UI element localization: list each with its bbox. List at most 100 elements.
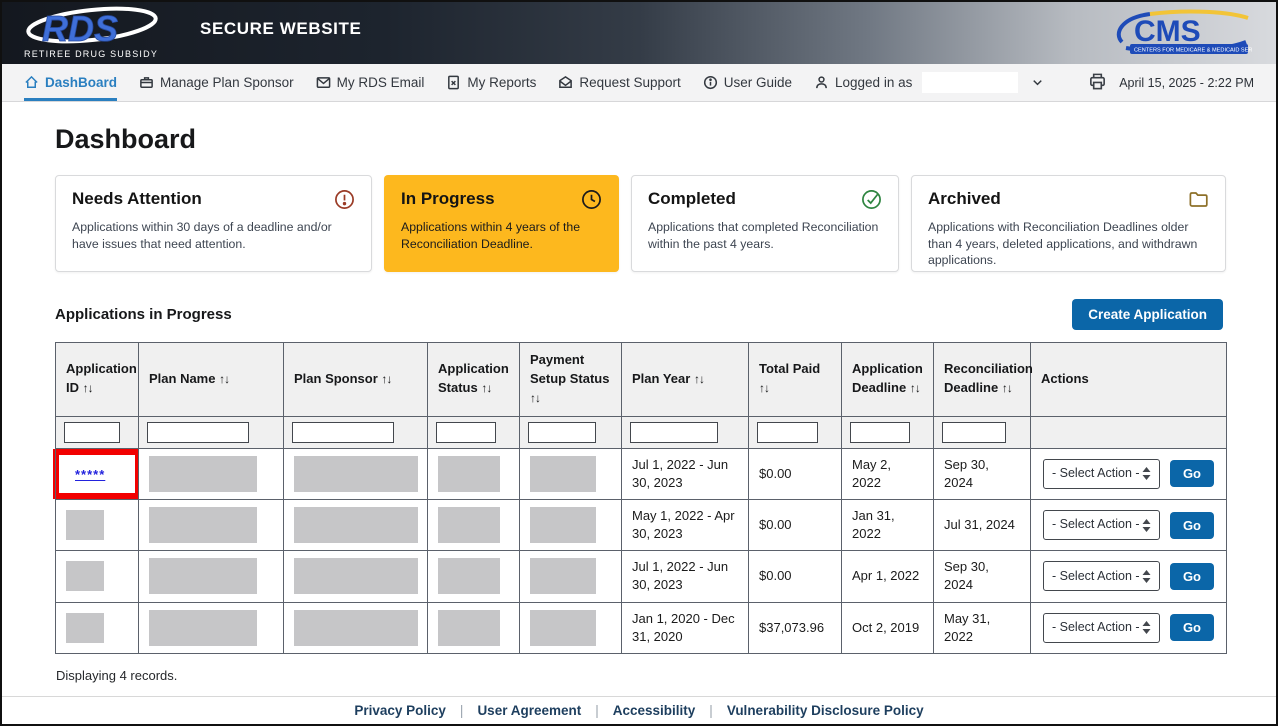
filter-plan-year[interactable] — [630, 422, 718, 443]
col-application-status[interactable]: Application Status ↑↓ — [428, 343, 520, 417]
card-title: In Progress — [401, 189, 495, 209]
select-arrows-icon — [1142, 621, 1151, 634]
section-title: Applications in Progress — [55, 306, 232, 323]
redacted-plan-sponsor — [294, 558, 418, 594]
nav-item-my-reports[interactable]: My Reports — [446, 64, 536, 101]
footer-separator: | — [460, 703, 464, 718]
col-plan-sponsor[interactable]: Plan Sponsor ↑↓ — [284, 343, 428, 417]
col-payment-setup-status[interactable]: Payment Setup Status ↑↓ — [520, 343, 622, 417]
card-title: Needs Attention — [72, 189, 202, 209]
logged-in-user-select[interactable] — [922, 72, 1018, 93]
go-button[interactable]: Go — [1170, 512, 1214, 539]
footer-separator: | — [595, 703, 599, 718]
footer-link-user-agreement[interactable]: User Agreement — [477, 703, 581, 718]
sort-icon[interactable]: ↑↓ — [759, 381, 769, 395]
home-icon — [24, 75, 39, 90]
sort-icon[interactable]: ↑↓ — [1002, 381, 1012, 395]
select-arrows-icon — [1142, 467, 1151, 480]
col-application-id[interactable]: Application ID ↑↓ — [56, 343, 139, 417]
nav-item-dashboard[interactable]: DashBoard — [24, 64, 117, 101]
filter-application-id[interactable] — [64, 422, 120, 443]
card-description: Applications within 30 days of a deadlin… — [72, 219, 355, 252]
action-select[interactable]: - Select Action - — [1043, 510, 1160, 540]
card-description: Applications that completed Reconciliati… — [648, 219, 882, 252]
card-needs-attention[interactable]: Needs Attention Applications within 30 d… — [55, 175, 372, 272]
nav-item-manage-plan-sponsor[interactable]: Manage Plan Sponsor — [139, 64, 294, 101]
action-select[interactable]: - Select Action - — [1043, 459, 1160, 489]
main-navigation: DashBoard Manage Plan Sponsor My RDS Ema… — [2, 64, 1276, 102]
go-button[interactable]: Go — [1170, 460, 1214, 487]
logged-in-as-control[interactable]: Logged in as — [814, 64, 1045, 101]
card-completed[interactable]: Completed Applications that completed Re… — [631, 175, 899, 272]
col-total-paid[interactable]: Total Paid ↑↓ — [749, 343, 842, 417]
sort-icon[interactable]: ↑↓ — [530, 391, 540, 405]
sort-icon[interactable]: ↑↓ — [910, 381, 920, 395]
redacted-plan-name — [149, 610, 257, 646]
footer-link-vulnerability-disclosure[interactable]: Vulnerability Disclosure Policy — [727, 703, 924, 718]
col-plan-name[interactable]: Plan Name ↑↓ — [139, 343, 284, 417]
reconciliation-deadline-cell: Sep 30, 2024 — [934, 551, 1031, 602]
card-archived[interactable]: Archived Applications with Reconciliatio… — [911, 175, 1226, 272]
nav-item-my-rds-email[interactable]: My RDS Email — [316, 64, 425, 101]
cms-subtext: CENTERS FOR MEDICARE & MEDICAID SERVICES — [1134, 48, 1252, 54]
action-select[interactable]: - Select Action - — [1043, 613, 1160, 643]
nav-item-request-support[interactable]: Request Support — [558, 64, 680, 101]
total-paid-cell: $0.00 — [749, 499, 842, 550]
table-filter-row — [56, 416, 1227, 448]
footer-separator: | — [709, 703, 713, 718]
col-plan-year[interactable]: Plan Year ↑↓ — [622, 343, 749, 417]
plan-year-cell: Jul 1, 2022 - Jun 30, 2023 — [622, 551, 749, 602]
main-content: Dashboard Needs Attention Applications w… — [2, 102, 1276, 696]
create-application-button[interactable]: Create Application — [1072, 299, 1223, 330]
table-header-row: Application ID ↑↓ Plan Name ↑↓ Plan Spon… — [56, 343, 1227, 417]
card-title: Archived — [928, 189, 1001, 209]
reconciliation-deadline-cell: Jul 31, 2024 — [934, 499, 1031, 550]
redacted-application-status — [438, 507, 500, 543]
table-row: May 1, 2022 - Apr 30, 2023 $0.00 Jan 31,… — [56, 499, 1227, 550]
col-application-deadline[interactable]: Application Deadline ↑↓ — [842, 343, 934, 417]
nav-item-label: My RDS Email — [337, 75, 425, 90]
print-button[interactable] — [1088, 72, 1107, 94]
filter-actions-empty — [1031, 416, 1227, 448]
total-paid-cell: $0.00 — [749, 551, 842, 602]
footer-link-accessibility[interactable]: Accessibility — [613, 703, 696, 718]
redacted-plan-sponsor — [294, 610, 418, 646]
filter-reconciliation-deadline[interactable] — [942, 422, 1006, 443]
footer: Privacy Policy | User Agreement | Access… — [2, 696, 1276, 724]
total-paid-cell: $0.00 — [749, 448, 842, 499]
reconciliation-deadline-cell: Sep 30, 2024 — [934, 448, 1031, 499]
sort-icon[interactable]: ↑↓ — [694, 372, 704, 386]
info-icon — [703, 75, 718, 90]
application-id-link[interactable]: ***** — [75, 467, 105, 482]
filter-application-status[interactable] — [436, 422, 496, 443]
nav-item-user-guide[interactable]: User Guide — [703, 64, 792, 101]
sort-icon[interactable]: ↑↓ — [83, 381, 93, 395]
plan-year-cell: May 1, 2022 - Apr 30, 2023 — [622, 499, 749, 550]
sort-icon[interactable]: ↑↓ — [481, 381, 491, 395]
card-in-progress[interactable]: In Progress Applications within 4 years … — [384, 175, 619, 272]
filter-plan-sponsor[interactable] — [292, 422, 394, 443]
redacted-application-id — [66, 613, 104, 643]
table-row: Jul 1, 2022 - Jun 30, 2023 $0.00 Apr 1, … — [56, 551, 1227, 602]
redacted-application-status — [438, 456, 500, 492]
redacted-plan-name — [149, 456, 257, 492]
col-reconciliation-deadline[interactable]: Reconciliation Deadline ↑↓ — [934, 343, 1031, 417]
redacted-plan-sponsor — [294, 456, 418, 492]
folder-icon — [1188, 189, 1209, 210]
annotation-highlight-box: ***** — [53, 449, 141, 499]
nav-item-label: Request Support — [579, 75, 680, 90]
go-button[interactable]: Go — [1170, 563, 1214, 590]
alert-circle-icon — [334, 189, 355, 210]
footer-link-privacy-policy[interactable]: Privacy Policy — [354, 703, 446, 718]
filter-application-deadline[interactable] — [850, 422, 910, 443]
plan-year-cell: Jan 1, 2020 - Dec 31, 2020 — [622, 602, 749, 653]
filter-plan-name[interactable] — [147, 422, 249, 443]
sort-icon[interactable]: ↑↓ — [381, 372, 391, 386]
applications-table: Application ID ↑↓ Plan Name ↑↓ Plan Spon… — [55, 342, 1227, 654]
go-button[interactable]: Go — [1170, 614, 1214, 641]
action-select[interactable]: - Select Action - — [1043, 561, 1160, 591]
envelope-icon — [316, 75, 331, 90]
filter-payment-setup-status[interactable] — [528, 422, 596, 443]
filter-total-paid[interactable] — [757, 422, 818, 443]
sort-icon[interactable]: ↑↓ — [219, 372, 229, 386]
